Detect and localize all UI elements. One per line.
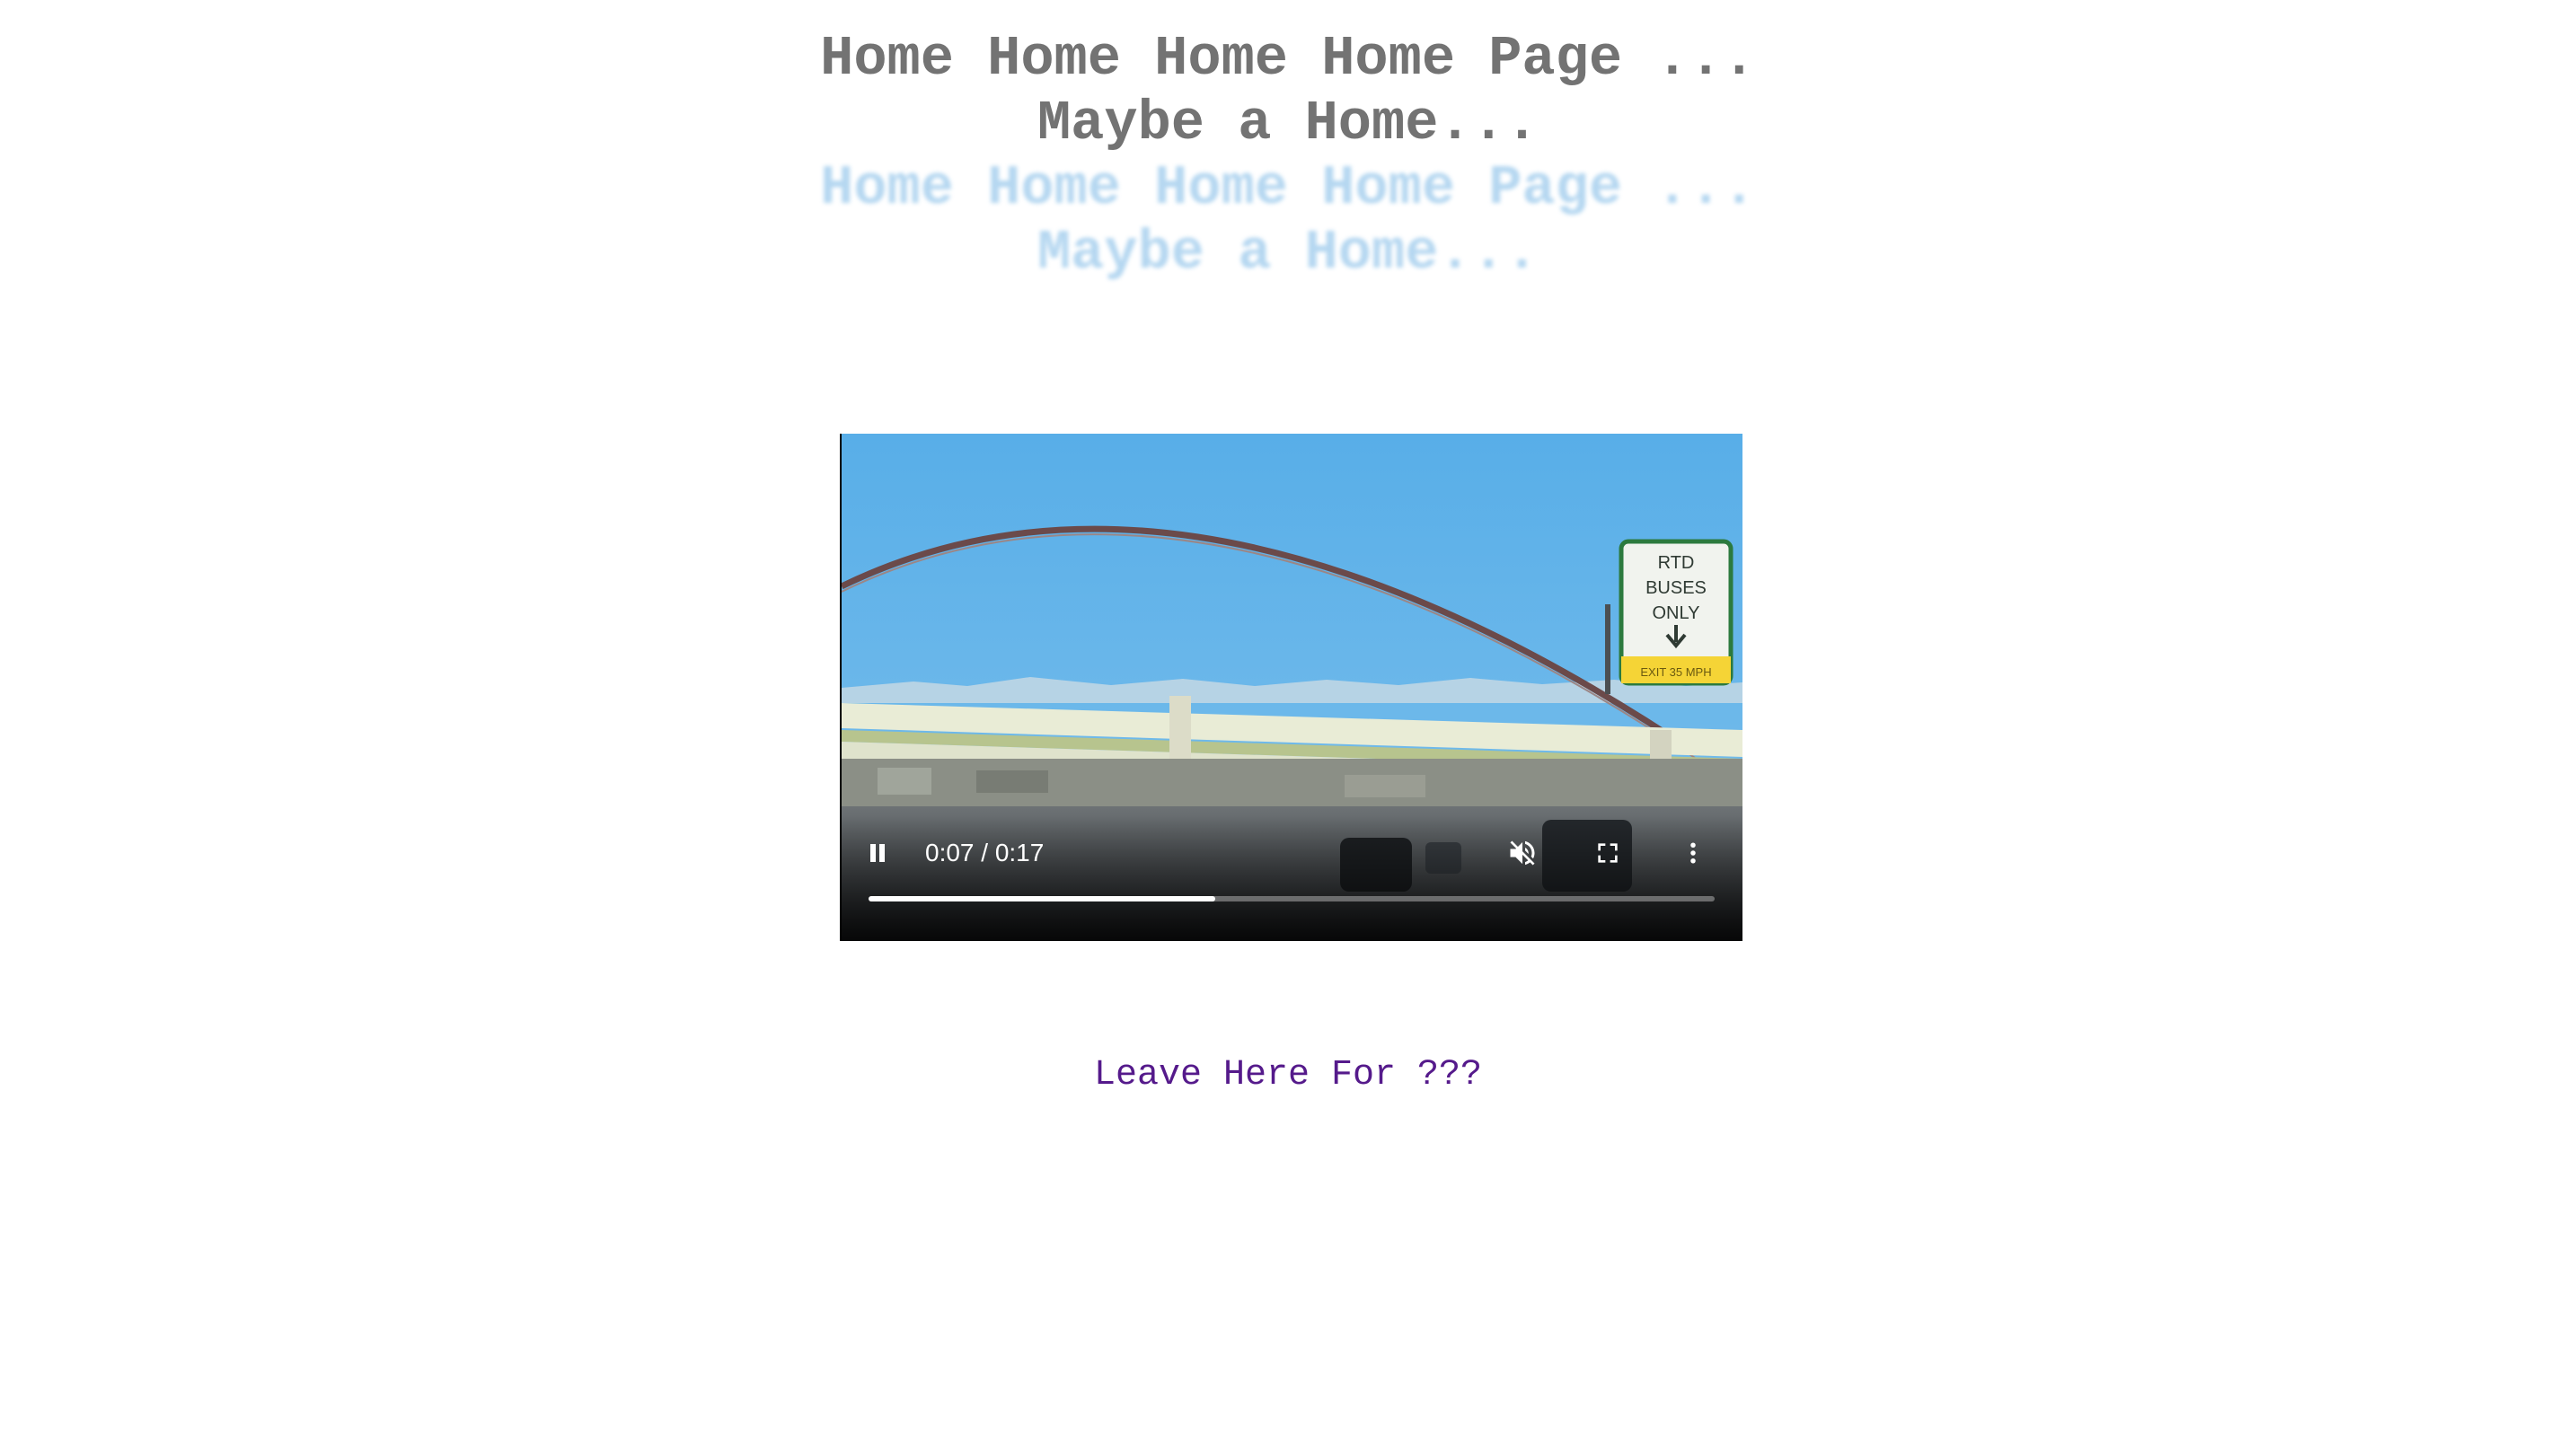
video-player[interactable]: RTD BUSES ONLY EXIT 35 MPH 0:07 / 0:17 [840, 434, 1742, 941]
pause-icon [870, 844, 885, 862]
heading-block: Home Home Home Home Page ... Maybe a Hom… [0, 27, 2576, 286]
sign-text-line-3: ONLY [1653, 603, 1700, 623]
page-title: Home Home Home Home Page ... Maybe a Hom… [0, 27, 2576, 156]
fullscreen-icon [1598, 843, 1618, 863]
page-title-line-1: Home Home Home Home Page ... [820, 27, 1756, 91]
leave-link-wrap: Leave Here For ??? [0, 1055, 2576, 1095]
video-progress-fill [869, 896, 1216, 901]
sign-text-line-1: RTD [1658, 553, 1695, 573]
mute-toggle-button[interactable] [1503, 833, 1542, 873]
fullscreen-button[interactable] [1588, 833, 1628, 873]
more-vert-icon [1690, 842, 1696, 864]
leave-link[interactable]: Leave Here For ??? [1094, 1055, 1482, 1095]
sign-subtext: EXIT 35 MPH [1640, 665, 1711, 679]
pause-button[interactable] [858, 833, 897, 873]
page-title-line-2: Maybe a Home... [1037, 92, 1539, 155]
page-title-reflection: Home Home Home Home Page ... Maybe a Hom… [0, 156, 2576, 286]
video-time-display: 0:07 / 0:17 [925, 839, 1045, 866]
page: Home Home Home Home Page ... Maybe a Hom… [0, 0, 2576, 1451]
more-options-button[interactable] [1673, 833, 1713, 873]
sign-text-line-2: BUSES [1645, 578, 1707, 598]
page-title-reflection-line-1: Home Home Home Home Page ... [820, 156, 1756, 220]
page-title-reflection-line-2: Maybe a Home... [1037, 221, 1539, 285]
volume-muted-icon [1510, 840, 1535, 866]
video-progress-bar[interactable] [869, 896, 1715, 901]
